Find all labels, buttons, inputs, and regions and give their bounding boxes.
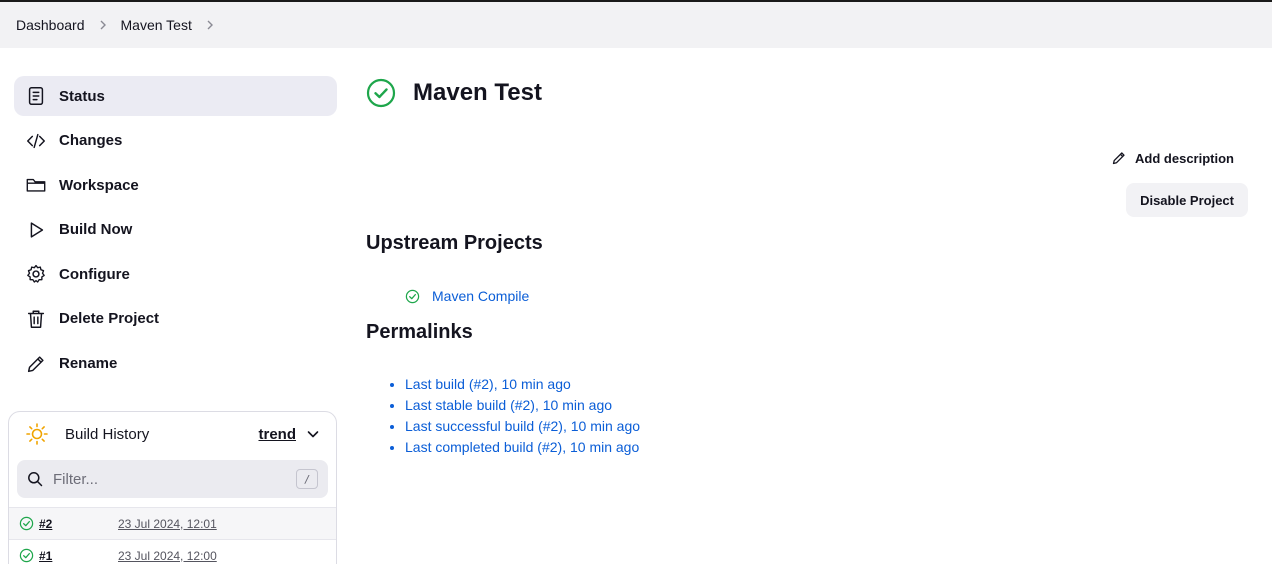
pencil-icon (1112, 152, 1125, 165)
breadcrumb-dashboard[interactable]: Dashboard (16, 17, 85, 33)
upstream-project-link[interactable]: Maven Compile (432, 288, 529, 304)
build-date-link[interactable]: 23 Jul 2024, 12:01 (118, 517, 217, 531)
success-check-icon (405, 289, 420, 303)
keyboard-shortcut-badge: / (296, 469, 318, 489)
list-item: Last successful build (#2), 10 min ago (405, 416, 640, 437)
build-history-widget: Build History trend / #2 23 Jul 2024, 12… (8, 411, 337, 564)
sidebar-item-label: Rename (59, 355, 118, 373)
success-check-icon (19, 516, 34, 531)
list-item: Last build (#2), 10 min ago (405, 374, 640, 395)
add-description-button[interactable]: Add description (1111, 150, 1234, 166)
sidebar-item-delete-project[interactable]: Delete Project (14, 299, 337, 339)
sidebar-item-label: Configure (59, 265, 130, 283)
sidebar-item-rename[interactable]: Rename (14, 344, 337, 384)
sidebar-item-label: Changes (59, 132, 123, 150)
build-number-link[interactable]: #1 (39, 549, 118, 563)
sidebar-item-label: Workspace (59, 176, 139, 194)
folder-icon (24, 173, 48, 197)
sidebar-item-build-now[interactable]: Build Now (14, 210, 337, 250)
pencil-icon (24, 352, 48, 376)
build-history-header: Build History trend (9, 412, 336, 456)
sidebar-item-status[interactable]: Status (14, 76, 337, 116)
upstream-projects-heading: Upstream Projects (366, 232, 543, 254)
sidebar-item-label: Build Now (59, 221, 133, 239)
chevron-right-icon[interactable] (85, 19, 121, 31)
sidebar-item-label: Delete Project (59, 310, 160, 328)
sidebar-item-label: Status (59, 87, 105, 105)
permalink-last-completed-build[interactable]: Last completed build (#2), 10 min ago (405, 439, 639, 455)
breadcrumb-maven-test[interactable]: Maven Test (121, 17, 192, 33)
build-filter: / (17, 460, 328, 498)
code-icon (24, 129, 48, 153)
build-row[interactable]: #1 23 Jul 2024, 12:00 (9, 539, 336, 564)
sidebar-item-configure[interactable]: Configure (14, 254, 337, 294)
sidebar: Status Changes Workspace Build Now Confi… (14, 76, 337, 388)
permalink-last-successful-build[interactable]: Last successful build (#2), 10 min ago (405, 418, 640, 434)
trend-link[interactable]: trend (259, 426, 297, 443)
permalinks-list: Last build (#2), 10 min ago Last stable … (405, 374, 640, 458)
page-title-row: Maven Test (366, 78, 542, 108)
play-icon (24, 218, 48, 242)
list-item: Last stable build (#2), 10 min ago (405, 395, 640, 416)
disable-project-button[interactable]: Disable Project (1126, 183, 1248, 217)
permalinks-heading: Permalinks (366, 321, 473, 343)
sun-icon (26, 423, 48, 445)
sidebar-item-changes[interactable]: Changes (14, 121, 337, 161)
page-title: Maven Test (413, 79, 542, 106)
build-date-link[interactable]: 23 Jul 2024, 12:00 (118, 549, 217, 563)
build-history-title: Build History (65, 425, 150, 443)
build-row[interactable]: #2 23 Jul 2024, 12:01 (9, 507, 336, 539)
trash-icon (24, 307, 48, 331)
chevron-right-icon[interactable] (192, 19, 228, 31)
filter-input[interactable] (53, 470, 296, 488)
gear-icon (24, 262, 48, 286)
status-icon (24, 84, 48, 108)
chevron-down-icon[interactable] (306, 427, 320, 441)
breadcrumb: Dashboard Maven Test (0, 2, 1272, 48)
permalink-last-build[interactable]: Last build (#2), 10 min ago (405, 376, 571, 392)
success-check-icon (366, 78, 396, 108)
permalink-last-stable-build[interactable]: Last stable build (#2), 10 min ago (405, 397, 612, 413)
add-description-label: Add description (1135, 150, 1234, 166)
build-number-link[interactable]: #2 (39, 517, 118, 531)
search-icon (28, 472, 43, 487)
list-item: Last completed build (#2), 10 min ago (405, 437, 640, 458)
sidebar-item-workspace[interactable]: Workspace (14, 165, 337, 205)
upstream-project-item: Maven Compile (405, 288, 529, 304)
success-check-icon (19, 548, 34, 563)
